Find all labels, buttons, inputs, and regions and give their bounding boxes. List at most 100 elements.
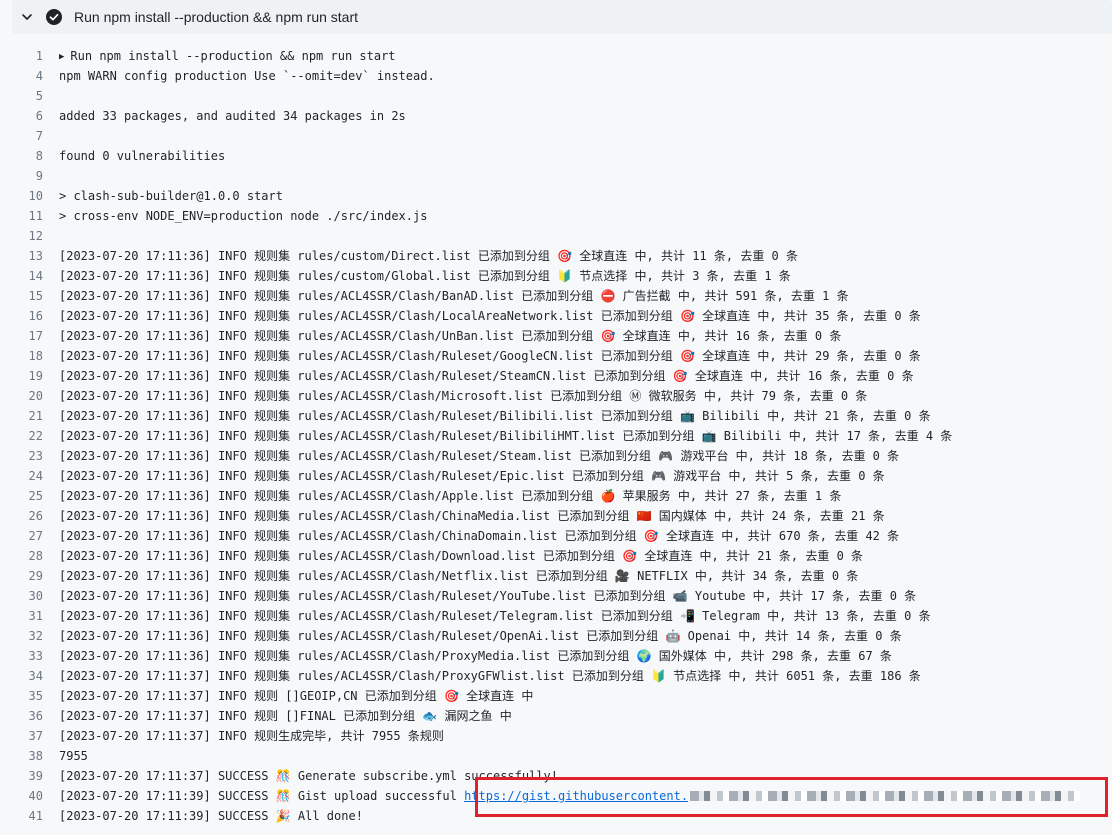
- line-number[interactable]: 36: [0, 706, 59, 726]
- log-text: [2023-07-20 17:11:39] SUCCESS 🎊 Gist upl…: [59, 789, 465, 803]
- line-number[interactable]: 35: [0, 686, 59, 706]
- line-number[interactable]: 41: [0, 806, 59, 826]
- line-number[interactable]: 12: [0, 226, 59, 246]
- line-number[interactable]: 32: [0, 626, 59, 646]
- line-number[interactable]: 18: [0, 346, 59, 366]
- log-text: [2023-07-20 17:11:36] INFO 规则集 rules/cus…: [59, 249, 798, 263]
- log-text: added 33 packages, and audited 34 packag…: [59, 109, 406, 123]
- log-text: [2023-07-20 17:11:36] INFO 规则集 rules/ACL…: [59, 629, 902, 643]
- line-number[interactable]: 22: [0, 426, 59, 446]
- log-line: 31 [2023-07-20 17:11:36] INFO 规则集 rules/A…: [0, 606, 1112, 626]
- line-number[interactable]: 20: [0, 386, 59, 406]
- log-line: 14 [2023-07-20 17:11:36] INFO 规则集 rules/c…: [0, 266, 1112, 286]
- log-line: 38 7955: [0, 746, 1112, 766]
- log-line: 15 [2023-07-20 17:11:36] INFO 规则集 rules/A…: [0, 286, 1112, 306]
- line-number[interactable]: 9: [0, 166, 59, 186]
- log-text: [2023-07-20 17:11:36] INFO 规则集 rules/ACL…: [59, 509, 885, 523]
- line-number[interactable]: 31: [0, 606, 59, 626]
- line-number[interactable]: 5: [0, 86, 59, 106]
- log-line: 27 [2023-07-20 17:11:36] INFO 规则集 rules/A…: [0, 526, 1112, 546]
- line-number[interactable]: 14: [0, 266, 59, 286]
- line-number[interactable]: 25: [0, 486, 59, 506]
- line-number[interactable]: 29: [0, 566, 59, 586]
- log-text: 7955: [59, 749, 88, 763]
- line-number[interactable]: 15: [0, 286, 59, 306]
- log-line: 29 [2023-07-20 17:11:36] INFO 规则集 rules/A…: [0, 566, 1112, 586]
- log-line: 21 [2023-07-20 17:11:36] INFO 规则集 rules/A…: [0, 406, 1112, 426]
- line-number[interactable]: 39: [0, 766, 59, 786]
- line-number[interactable]: 28: [0, 546, 59, 566]
- line-number[interactable]: 40: [0, 786, 59, 806]
- line-number[interactable]: 26: [0, 506, 59, 526]
- log-line: 8 found 0 vulnerabilities: [0, 146, 1112, 166]
- log-text: [2023-07-20 17:11:36] INFO 规则集 rules/cus…: [59, 269, 791, 283]
- log-line: 12: [0, 226, 1112, 246]
- line-number[interactable]: 30: [0, 586, 59, 606]
- caret-right-icon[interactable]: ▶: [59, 47, 64, 67]
- log-line: 22 [2023-07-20 17:11:36] INFO 规则集 rules/A…: [0, 426, 1112, 446]
- log-line: 28 [2023-07-20 17:11:36] INFO 规则集 rules/A…: [0, 546, 1112, 566]
- log-line: 6 added 33 packages, and audited 34 packa…: [0, 106, 1112, 126]
- log-text: [2023-07-20 17:11:37] INFO 规则生成完毕, 共计 79…: [59, 729, 444, 743]
- log-text: [2023-07-20 17:11:37] INFO 规则 []GEOIP,CN…: [59, 689, 534, 703]
- log-line: 32 [2023-07-20 17:11:36] INFO 规则集 rules/A…: [0, 626, 1112, 646]
- log-line: 9: [0, 166, 1112, 186]
- line-number[interactable]: 27: [0, 526, 59, 546]
- line-number[interactable]: 34: [0, 666, 59, 686]
- line-number[interactable]: 19: [0, 366, 59, 386]
- log-text: [2023-07-20 17:11:36] INFO 规则集 rules/ACL…: [59, 609, 931, 623]
- line-number[interactable]: 11: [0, 206, 59, 226]
- log-text: found 0 vulnerabilities: [59, 149, 226, 163]
- line-number[interactable]: 33: [0, 646, 59, 666]
- log-text: [2023-07-20 17:11:36] INFO 规则集 rules/ACL…: [59, 289, 849, 303]
- line-number[interactable]: 21: [0, 406, 59, 426]
- log-line: 18 [2023-07-20 17:11:36] INFO 规则集 rules/A…: [0, 346, 1112, 366]
- line-number[interactable]: 1: [0, 46, 59, 66]
- line-number[interactable]: 10: [0, 186, 59, 206]
- log-text: Run npm install --production && npm run …: [70, 49, 396, 63]
- log-line: 26 [2023-07-20 17:11:36] INFO 规则集 rules/A…: [0, 506, 1112, 526]
- line-number[interactable]: 23: [0, 446, 59, 466]
- check-circle-icon: [46, 9, 62, 25]
- line-number[interactable]: 37: [0, 726, 59, 746]
- log-line[interactable]: 1 ▶ Run npm install --production && npm ru…: [0, 46, 1112, 66]
- line-number[interactable]: 38: [0, 746, 59, 766]
- log-line: 36 [2023-07-20 17:11:37] INFO 规则 []FINAL …: [0, 706, 1112, 726]
- highlight-box: [475, 777, 1108, 817]
- line-number[interactable]: 24: [0, 466, 59, 486]
- log-text: [2023-07-20 17:11:36] INFO 规则集 rules/ACL…: [59, 469, 885, 483]
- log-line: 10 > clash-sub-builder@1.0.0 start: [0, 186, 1112, 206]
- log-text: npm WARN config production Use `--omit=d…: [59, 69, 435, 83]
- line-number[interactable]: 4: [0, 66, 59, 86]
- log-text: > clash-sub-builder@1.0.0 start: [59, 189, 283, 203]
- log-text: [2023-07-20 17:11:36] INFO 规则集 rules/ACL…: [59, 569, 859, 583]
- log-text: [2023-07-20 17:11:39] SUCCESS 🎉 All done…: [59, 809, 363, 823]
- log-text: [2023-07-20 17:11:36] INFO 规则集 rules/ACL…: [59, 449, 900, 463]
- log-line: 37 [2023-07-20 17:11:37] INFO 规则生成完毕, 共计 …: [0, 726, 1112, 746]
- log-line: 34 [2023-07-20 17:11:37] INFO 规则集 rules/A…: [0, 666, 1112, 686]
- log-text: [2023-07-20 17:11:36] INFO 规则集 rules/ACL…: [59, 329, 842, 343]
- log-output: 1 ▶ Run npm install --production && npm ru…: [0, 46, 1112, 826]
- log-text: [2023-07-20 17:11:37] INFO 规则 []FINAL 已添…: [59, 709, 512, 723]
- log-line: 17 [2023-07-20 17:11:36] INFO 规则集 rules/A…: [0, 326, 1112, 346]
- line-number[interactable]: 8: [0, 146, 59, 166]
- line-number[interactable]: 6: [0, 106, 59, 126]
- chevron-down-icon[interactable]: [20, 10, 34, 24]
- log-text: [2023-07-20 17:11:36] INFO 规则集 rules/ACL…: [59, 309, 921, 323]
- log-text: [2023-07-20 17:11:36] INFO 规则集 rules/ACL…: [59, 549, 864, 563]
- log-text: [2023-07-20 17:11:36] INFO 规则集 rules/ACL…: [59, 529, 900, 543]
- line-number[interactable]: 13: [0, 246, 59, 266]
- log-line: 25 [2023-07-20 17:11:36] INFO 规则集 rules/A…: [0, 486, 1112, 506]
- log-text: [2023-07-20 17:11:36] INFO 规则集 rules/ACL…: [59, 389, 868, 403]
- line-number[interactable]: 17: [0, 326, 59, 346]
- step-header[interactable]: Run npm install --production && npm run …: [12, 0, 1112, 34]
- log-text: > cross-env NODE_ENV=production node ./s…: [59, 209, 428, 223]
- log-line: 30 [2023-07-20 17:11:36] INFO 规则集 rules/A…: [0, 586, 1112, 606]
- line-number[interactable]: 16: [0, 306, 59, 326]
- log-line: 19 [2023-07-20 17:11:36] INFO 规则集 rules/A…: [0, 366, 1112, 386]
- log-line: 35 [2023-07-20 17:11:37] INFO 规则 []GEOIP,…: [0, 686, 1112, 706]
- line-number[interactable]: 7: [0, 126, 59, 146]
- log-line: 20 [2023-07-20 17:11:36] INFO 规则集 rules/A…: [0, 386, 1112, 406]
- log-line: 7: [0, 126, 1112, 146]
- log-text: [2023-07-20 17:11:36] INFO 规则集 rules/ACL…: [59, 349, 921, 363]
